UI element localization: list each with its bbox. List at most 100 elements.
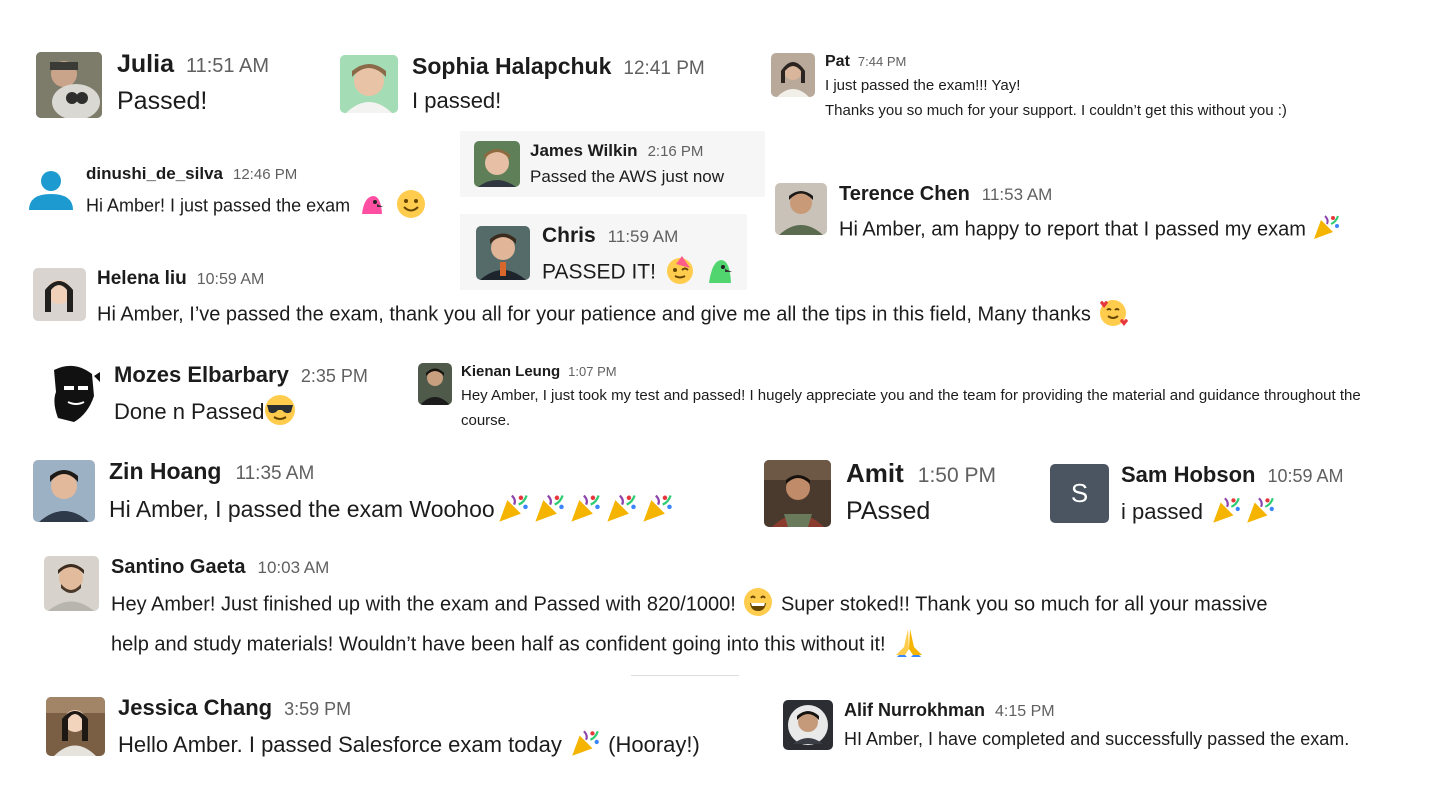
message-text-row: Hi Amber, I’ve passed the exam, thank yo… xyxy=(97,297,1129,333)
party-popper-emoji xyxy=(603,491,639,531)
timestamp[interactable]: 1:50 PM xyxy=(918,464,996,488)
user-name[interactable]: Pat xyxy=(825,53,850,71)
message-text-suffix: (Hooray!) xyxy=(608,731,700,757)
user-name[interactable]: Mozes Elbarbary xyxy=(114,362,289,388)
avatar-pat[interactable] xyxy=(771,53,815,97)
timestamp[interactable]: 2:35 PM xyxy=(301,366,368,387)
avatar-santino-gaeta[interactable] xyxy=(44,556,99,611)
message-text: Hi Amber! I just passed the exam xyxy=(86,195,351,216)
avatar-terence-chen[interactable] xyxy=(775,183,827,235)
message-text-row-1: Hey Amber! Just finished up with the exa… xyxy=(111,587,1267,623)
message-amit[interactable]: Amit 1:50 PM PAssed xyxy=(764,458,996,527)
user-name[interactable]: Santino Gaeta xyxy=(111,556,245,579)
avatar-julia[interactable] xyxy=(36,52,102,118)
user-name[interactable]: dinushi_de_silva xyxy=(86,164,223,184)
user-name[interactable]: James Wilkin xyxy=(530,141,638,161)
timestamp[interactable]: 12:46 PM xyxy=(233,166,297,183)
message-text: PAssed xyxy=(846,497,931,525)
message-text-line-2: Thanks you so much for your support. I c… xyxy=(825,102,1287,119)
message-mozes-elbarbary[interactable]: Mozes Elbarbary 2:35 PM Done n Passed xyxy=(44,362,368,432)
avatar-mozes-elbarbary[interactable] xyxy=(44,362,102,424)
message-text: Hi Amber, am happy to report that I pass… xyxy=(839,218,1306,241)
timestamp[interactable]: 2:16 PM xyxy=(648,143,704,160)
letter-avatar[interactable]: S xyxy=(1050,464,1109,523)
message-sam-hobson[interactable]: S Sam Hobson 10:59 AM i passed xyxy=(1050,462,1344,532)
message-text-row: Hi Amber, I passed the exam Woohoo xyxy=(109,491,675,531)
message-kienan-leung[interactable]: Kienan Leung 1:07 PM Hey Amber, I just t… xyxy=(418,363,1393,433)
message-helena-liu[interactable]: Helena liu 10:59 AM Hi Amber, I’ve passe… xyxy=(33,268,1129,333)
message-james-wilkin[interactable]: James Wilkin 2:16 PM Passed the AWS just… xyxy=(460,131,765,197)
message-text: Done n Passed xyxy=(114,398,265,424)
grin-emoji xyxy=(743,587,773,623)
message-text: Hi Amber, I’ve passed the exam, thank yo… xyxy=(97,303,1091,326)
message-text-row-2: help and study materials! Wouldn’t have … xyxy=(111,627,1267,663)
sunglasses-emoji xyxy=(264,394,296,432)
timestamp[interactable]: 11:51 AM xyxy=(186,55,269,78)
user-name[interactable]: Zin Hoang xyxy=(109,458,221,485)
user-name[interactable]: Terence Chen xyxy=(839,183,970,206)
party-popper-emoji xyxy=(639,491,675,531)
party-popper-emoji xyxy=(1209,494,1243,532)
user-name[interactable]: Helena liu xyxy=(97,268,187,290)
timestamp[interactable]: 7:44 PM xyxy=(858,54,906,69)
message-text: Passed the AWS just now xyxy=(530,167,725,186)
user-name[interactable]: Sam Hobson xyxy=(1121,462,1255,488)
avatar-kienan-leung[interactable] xyxy=(418,363,452,405)
timestamp[interactable]: 10:03 AM xyxy=(257,558,329,578)
timestamp[interactable]: 11:35 AM xyxy=(235,463,314,485)
message-terence-chen[interactable]: Terence Chen 11:53 AM Hi Amber, am happy… xyxy=(775,183,1341,248)
message-text-row: Hello Amber. I passed Salesforce exam to… xyxy=(118,727,700,765)
avatar-helena-liu[interactable] xyxy=(33,268,86,321)
message-text: I passed! xyxy=(412,88,502,113)
party-popper-emoji xyxy=(1243,494,1277,532)
user-name[interactable]: Sophia Halapchuk xyxy=(412,53,611,80)
message-text-part-3: help and study materials! Wouldn’t have … xyxy=(111,633,886,656)
user-name[interactable]: Julia xyxy=(117,50,174,79)
message-pat[interactable]: Pat 7:44 PM I just passed the exam!!! Ya… xyxy=(771,53,1287,119)
avatar-alif-nurrokhman[interactable] xyxy=(783,700,833,750)
message-jessica-chang[interactable]: Jessica Chang 3:59 PM Hello Amber. I pas… xyxy=(46,695,700,765)
user-name[interactable]: Chris xyxy=(542,224,596,248)
user-name[interactable]: Alif Nurrokhman xyxy=(844,700,985,721)
timestamp[interactable]: 10:59 AM xyxy=(1267,466,1343,487)
timestamp[interactable]: 3:59 PM xyxy=(284,699,351,720)
message-text: Hi Amber, I passed the exam Woohoo xyxy=(109,496,495,523)
smiling-face-with-hearts-emoji xyxy=(1098,297,1129,333)
avatar-james-wilkin[interactable] xyxy=(474,141,520,187)
party-popper-emoji xyxy=(1311,212,1341,248)
parrot-emoji xyxy=(359,191,385,222)
avatar-letter: S xyxy=(1070,478,1089,508)
timestamp[interactable]: 10:59 AM xyxy=(197,271,265,289)
avatar-sophia-halapchuk[interactable] xyxy=(340,55,398,113)
message-alif-nurrokhman[interactable]: Alif Nurrokhman 4:15 PM HI Amber, I have… xyxy=(783,700,1349,750)
timestamp[interactable]: 12:41 PM xyxy=(623,58,704,80)
folded-hands-emoji xyxy=(893,627,925,663)
default-user-icon[interactable] xyxy=(26,164,76,214)
user-name[interactable]: Jessica Chang xyxy=(118,695,272,721)
party-popper-emoji xyxy=(568,727,602,765)
message-zin-hoang[interactable]: Zin Hoang 11:35 AM Hi Amber, I passed th… xyxy=(33,458,675,531)
user-name[interactable]: Kienan Leung xyxy=(461,363,560,380)
message-text-part-1: Hey Amber! Just finished up with the exa… xyxy=(111,593,736,616)
avatar-amit[interactable] xyxy=(764,460,831,527)
party-popper-emoji xyxy=(531,491,567,531)
message-dinushi-de-silva[interactable]: dinushi_de_silva 12:46 PM Hi Amber! I ju… xyxy=(26,164,426,224)
divider xyxy=(631,675,739,676)
timestamp[interactable]: 4:15 PM xyxy=(995,703,1055,721)
timestamp[interactable]: 11:59 AM xyxy=(608,227,679,247)
message-text: Passed! xyxy=(117,87,208,115)
message-text: Hey Amber, I just took my test and passe… xyxy=(461,387,1361,429)
avatar-jessica-chang[interactable] xyxy=(46,697,105,756)
user-name[interactable]: Amit xyxy=(846,458,904,489)
message-text-row: Hi Amber, am happy to report that I pass… xyxy=(839,212,1341,248)
message-text: HI Amber, I have completed and successfu… xyxy=(844,729,1350,749)
message-text: Hello Amber. I passed Salesforce exam to… xyxy=(118,731,562,757)
timestamp[interactable]: 11:53 AM xyxy=(982,185,1053,205)
message-text-row: i passed xyxy=(1121,494,1344,532)
timestamp[interactable]: 1:07 PM xyxy=(568,364,616,379)
message-santino-gaeta[interactable]: Santino Gaeta 10:03 AM Hey Amber! Just f… xyxy=(44,556,1267,663)
message-sophia-halapchuk[interactable]: Sophia Halapchuk 12:41 PM I passed! xyxy=(340,53,705,114)
avatar-zin-hoang[interactable] xyxy=(33,460,95,522)
party-popper-emoji xyxy=(567,491,603,531)
message-julia[interactable]: Julia 11:51 AM Passed! xyxy=(36,50,269,118)
